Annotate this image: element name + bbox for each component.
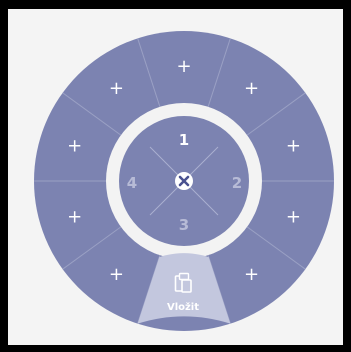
plus-icon: + bbox=[109, 264, 124, 285]
plus-icon: + bbox=[286, 135, 301, 156]
quadrant-3-label: 3 bbox=[179, 216, 189, 234]
plus-icon: + bbox=[244, 264, 259, 285]
ring-slot-add[interactable]: + bbox=[109, 264, 124, 285]
plus-icon: + bbox=[67, 135, 82, 156]
plus-icon: + bbox=[286, 207, 301, 228]
ring-slot-add[interactable]: + bbox=[109, 78, 124, 99]
close-button[interactable] bbox=[175, 172, 193, 190]
quadrant-1[interactable]: 1 bbox=[179, 131, 189, 149]
ring-slot-add[interactable]: + bbox=[67, 135, 82, 156]
quadrant-2[interactable]: 2 bbox=[232, 174, 242, 192]
ring-slot-add[interactable]: + bbox=[286, 135, 301, 156]
plus-icon: + bbox=[67, 207, 82, 228]
paste-label: Vložit bbox=[167, 301, 199, 313]
plus-icon: + bbox=[176, 56, 191, 77]
ring-slot-add[interactable]: + bbox=[176, 56, 191, 77]
ring-slot-add[interactable]: + bbox=[244, 78, 259, 99]
quadrant-1-label: 1 bbox=[179, 131, 189, 149]
plus-icon: + bbox=[109, 78, 124, 99]
quadrant-4[interactable]: 4 bbox=[127, 174, 137, 192]
ring-slot-add[interactable]: + bbox=[244, 264, 259, 285]
radial-menu: + + + + + + + + + 1 2 3 4 Vložit bbox=[34, 31, 334, 331]
quadrant-4-label: 4 bbox=[127, 174, 137, 192]
quadrant-3[interactable]: 3 bbox=[179, 216, 189, 234]
quadrant-2-label: 2 bbox=[232, 174, 242, 192]
ring-slot-add[interactable]: + bbox=[67, 207, 82, 228]
plus-icon: + bbox=[244, 78, 259, 99]
ring-slot-add[interactable]: + bbox=[286, 207, 301, 228]
